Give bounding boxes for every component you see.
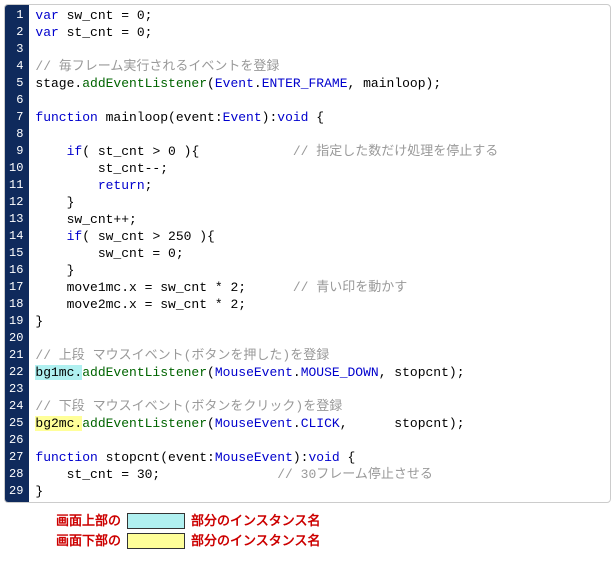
code-line[interactable] — [35, 41, 610, 58]
code-line[interactable]: st_cnt--; — [35, 160, 610, 177]
code-line[interactable]: } — [35, 313, 610, 330]
line-number: 17 — [9, 279, 23, 296]
line-number: 12 — [9, 194, 23, 211]
line-number-gutter: 1234567891011121314151617181920212223242… — [5, 5, 29, 502]
line-number: 16 — [9, 262, 23, 279]
code-line[interactable]: if( sw_cnt > 250 ){ — [35, 228, 610, 245]
line-number: 6 — [9, 92, 23, 109]
code-line[interactable]: } — [35, 194, 610, 211]
code-line[interactable] — [35, 432, 610, 449]
line-number: 3 — [9, 41, 23, 58]
code-line[interactable]: bg1mc.addEventListener(MouseEvent.MOUSE_… — [35, 364, 610, 381]
legend-text: 画面上部の — [56, 511, 121, 531]
line-number: 21 — [9, 347, 23, 364]
code-line[interactable]: // 上段 マウスイベント(ボタンを押した)を登録 — [35, 347, 610, 364]
code-line[interactable]: st_cnt = 30; // 30フレーム停止させる — [35, 466, 610, 483]
code-line[interactable]: if( st_cnt > 0 ){ // 指定した数だけ処理を停止する — [35, 143, 610, 160]
code-line[interactable]: function mainloop(event:Event):void { — [35, 109, 610, 126]
line-number: 22 — [9, 364, 23, 381]
legend-swatch-yellow — [127, 533, 185, 549]
line-number: 18 — [9, 296, 23, 313]
legend-row-top: 画面上部の 部分のインスタンス名 — [56, 511, 605, 531]
code-line[interactable]: sw_cnt++; — [35, 211, 610, 228]
code-line[interactable] — [35, 92, 610, 109]
line-number: 19 — [9, 313, 23, 330]
code-editor: 1234567891011121314151617181920212223242… — [4, 4, 611, 503]
line-number: 13 — [9, 211, 23, 228]
code-line[interactable]: stage.addEventListener(Event.ENTER_FRAME… — [35, 75, 610, 92]
code-line[interactable]: } — [35, 483, 610, 500]
code-line[interactable] — [35, 381, 610, 398]
line-number: 20 — [9, 330, 23, 347]
code-line[interactable]: return; — [35, 177, 610, 194]
line-number: 5 — [9, 75, 23, 92]
line-number: 8 — [9, 126, 23, 143]
code-line[interactable]: // 下段 マウスイベント(ボタンをクリック)を登録 — [35, 398, 610, 415]
line-number: 14 — [9, 228, 23, 245]
line-number: 27 — [9, 449, 23, 466]
code-line[interactable]: } — [35, 262, 610, 279]
legend: 画面上部の 部分のインスタンス名 画面下部の 部分のインスタンス名 — [0, 503, 615, 565]
code-line[interactable]: function stopcnt(event:MouseEvent):void … — [35, 449, 610, 466]
legend-row-bottom: 画面下部の 部分のインスタンス名 — [56, 531, 605, 551]
line-number: 24 — [9, 398, 23, 415]
line-number: 23 — [9, 381, 23, 398]
code-line[interactable]: var sw_cnt = 0; — [35, 7, 610, 24]
line-number: 26 — [9, 432, 23, 449]
line-number: 2 — [9, 24, 23, 41]
code-line[interactable]: sw_cnt = 0; — [35, 245, 610, 262]
line-number: 11 — [9, 177, 23, 194]
code-line[interactable]: // 毎フレーム実行されるイベントを登録 — [35, 58, 610, 75]
legend-text: 画面下部の — [56, 531, 121, 551]
line-number: 25 — [9, 415, 23, 432]
legend-text: 部分のインスタンス名 — [191, 531, 320, 551]
line-number: 15 — [9, 245, 23, 262]
line-number: 28 — [9, 466, 23, 483]
line-number: 7 — [9, 109, 23, 126]
code-editor-panel: 1234567891011121314151617181920212223242… — [0, 0, 615, 503]
line-number: 9 — [9, 143, 23, 160]
code-line[interactable]: move2mc.x = sw_cnt * 2; — [35, 296, 610, 313]
code-line[interactable]: move1mc.x = sw_cnt * 2; // 青い印を動かす — [35, 279, 610, 296]
code-line[interactable] — [35, 126, 610, 143]
code-line[interactable] — [35, 330, 610, 347]
code-line[interactable]: var st_cnt = 0; — [35, 24, 610, 41]
code-area[interactable]: var sw_cnt = 0;var st_cnt = 0; // 毎フレーム実行… — [29, 5, 610, 502]
line-number: 10 — [9, 160, 23, 177]
code-line[interactable]: bg2mc.addEventListener(MouseEvent.CLICK,… — [35, 415, 610, 432]
line-number: 4 — [9, 58, 23, 75]
legend-swatch-cyan — [127, 513, 185, 529]
line-number: 1 — [9, 7, 23, 24]
line-number: 29 — [9, 483, 23, 500]
legend-text: 部分のインスタンス名 — [191, 511, 320, 531]
